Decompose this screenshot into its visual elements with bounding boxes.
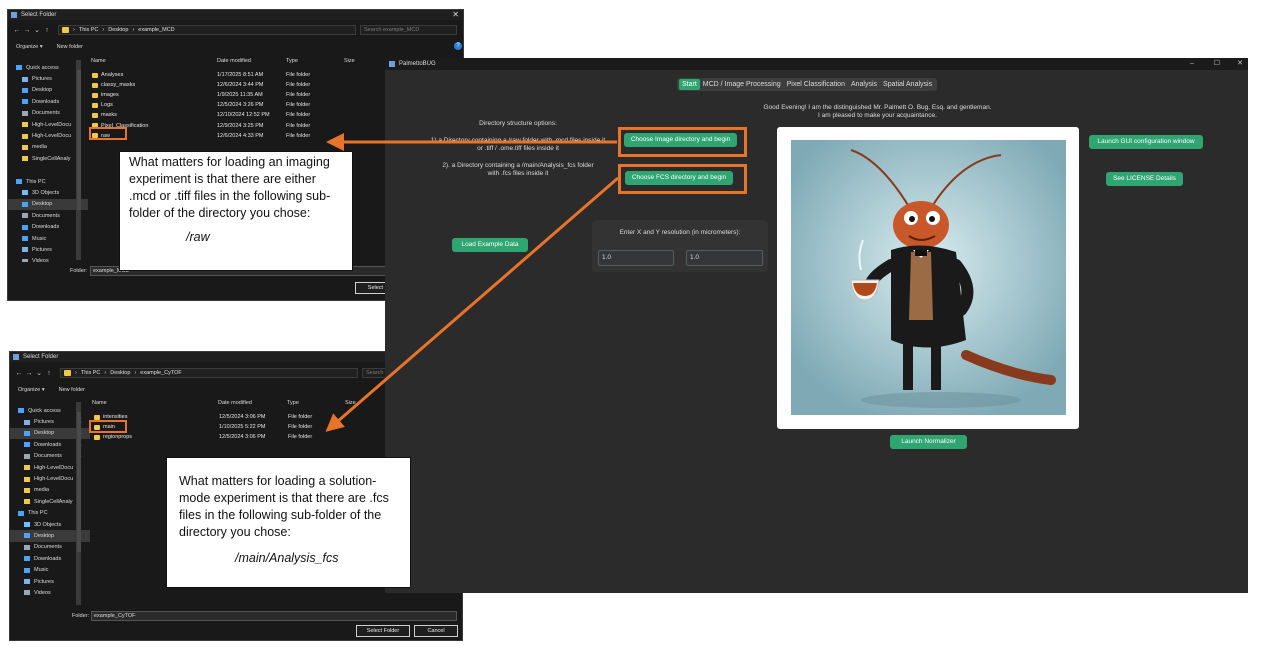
arrow-fcs-to-main <box>325 176 619 432</box>
annotation-arrows <box>325 133 619 432</box>
